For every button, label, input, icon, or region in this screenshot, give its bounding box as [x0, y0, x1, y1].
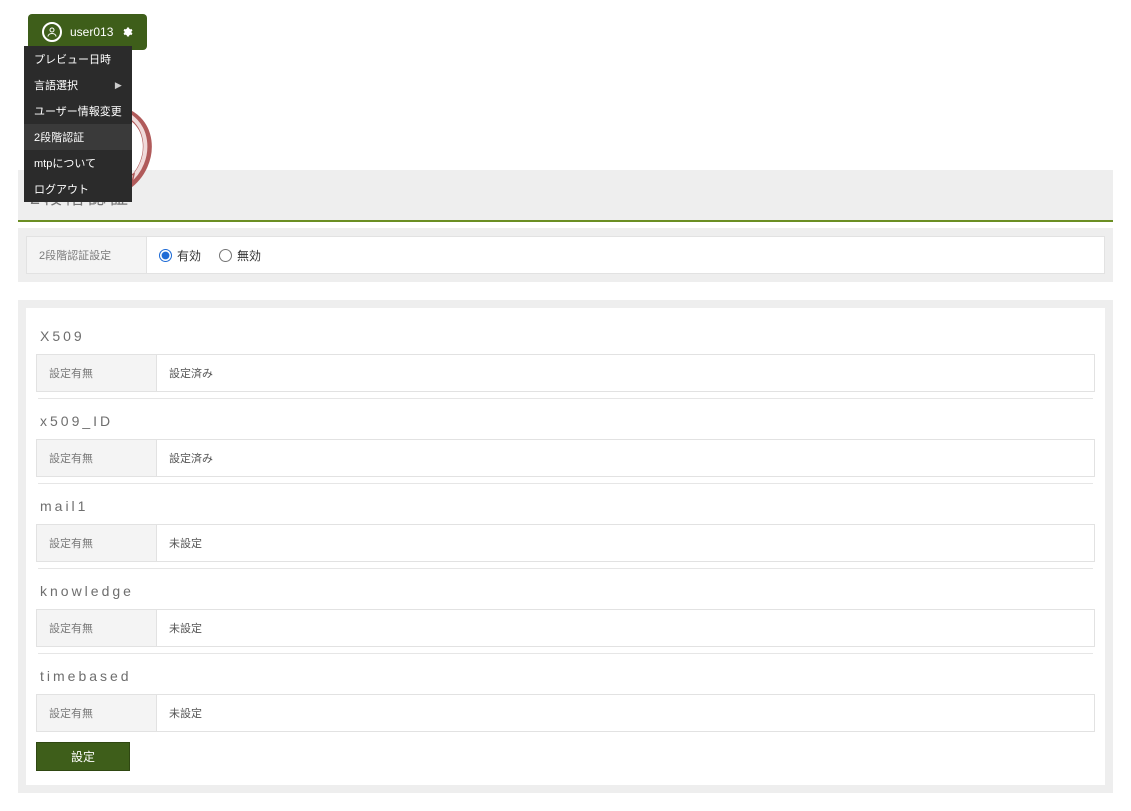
dropdown-item-label: 2段階認証	[34, 129, 84, 145]
dropdown-item-label: mtpについて	[34, 155, 96, 171]
radio-enabled-label: 有効	[177, 247, 201, 264]
dropdown-item-0[interactable]: プレビュー日時	[24, 46, 132, 72]
section-row-label: 設定有無	[37, 695, 157, 731]
section-title-knowledge: knowledge	[36, 569, 1095, 609]
two-factor-panel: 2段階認証設定 有効 無効	[18, 228, 1113, 282]
radio-disabled[interactable]: 無効	[219, 247, 261, 264]
section-title-x509_ID: x509_ID	[36, 399, 1095, 439]
dropdown-item-label: 言語選択	[34, 77, 78, 93]
section-row-value: 未設定	[157, 610, 1094, 646]
section-row: 設定有無未設定	[36, 524, 1095, 562]
dropdown-item-4[interactable]: mtpについて	[24, 150, 132, 176]
two-factor-setting-label: 2段階認証設定	[27, 237, 147, 273]
submit-button[interactable]: 設定	[36, 742, 130, 771]
dropdown-item-label: ユーザー情報変更	[34, 103, 122, 119]
section-title-mail1: mail1	[36, 484, 1095, 524]
user-name: user013	[70, 25, 113, 39]
section-row: 設定有無設定済み	[36, 354, 1095, 392]
dropdown-item-label: ログアウト	[34, 181, 89, 197]
section-row: 設定有無未設定	[36, 609, 1095, 647]
auth-methods-panel: X509設定有無設定済みx509_ID設定有無設定済みmail1設定有無未設定k…	[18, 300, 1113, 793]
dropdown-item-label: プレビュー日時	[34, 51, 111, 67]
two-factor-setting-row: 2段階認証設定 有効 無効	[26, 236, 1105, 274]
radio-enabled-input[interactable]	[159, 249, 172, 262]
section-row-value: 設定済み	[157, 355, 1094, 391]
avatar-icon	[42, 22, 62, 42]
gear-icon	[121, 26, 133, 38]
section-row-label: 設定有無	[37, 440, 157, 476]
user-dropdown-menu: プレビュー日時言語選択 ▶ ユーザー情報変更 2段階認証 mtpについてログアウト	[24, 46, 132, 202]
section-row-label: 設定有無	[37, 610, 157, 646]
chevron-right-icon: ▶	[115, 80, 122, 91]
section-row-label: 設定有無	[37, 355, 157, 391]
dropdown-item-3[interactable]: 2段階認証	[24, 124, 132, 150]
section-row-value: 未設定	[157, 695, 1094, 731]
page-title: 2段階認証	[30, 184, 1101, 210]
section-title-X509: X509	[36, 314, 1095, 354]
dropdown-item-1[interactable]: 言語選択 ▶	[24, 72, 132, 98]
section-row-value: 設定済み	[157, 440, 1094, 476]
dropdown-item-2[interactable]: ユーザー情報変更	[24, 98, 132, 124]
radio-disabled-label: 無効	[237, 247, 261, 264]
page-title-bar: 2段階認証	[18, 170, 1113, 222]
dropdown-item-5[interactable]: ログアウト	[24, 176, 132, 202]
section-title-timebased: timebased	[36, 654, 1095, 694]
user-menu-button[interactable]: user013	[28, 14, 147, 50]
radio-disabled-input[interactable]	[219, 249, 232, 262]
section-row: 設定有無未設定	[36, 694, 1095, 732]
section-row: 設定有無設定済み	[36, 439, 1095, 477]
section-row-label: 設定有無	[37, 525, 157, 561]
section-row-value: 未設定	[157, 525, 1094, 561]
radio-enabled[interactable]: 有効	[159, 247, 201, 264]
